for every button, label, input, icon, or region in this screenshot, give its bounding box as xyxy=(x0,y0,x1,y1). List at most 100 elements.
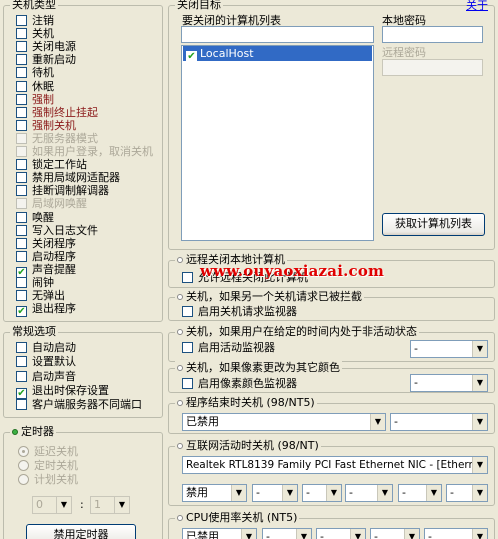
pixel-monitor-checkbox[interactable]: 启用像素颜色监视器 xyxy=(182,377,297,390)
checkbox-icon xyxy=(16,211,27,223)
status-icon xyxy=(177,515,183,521)
timer-radio-planned-label: 计划关机 xyxy=(34,473,78,486)
status-icon xyxy=(177,294,183,300)
checkbox-icon xyxy=(16,28,27,40)
computer-name-input[interactable] xyxy=(181,26,374,43)
checkbox-icon xyxy=(16,277,27,288)
chevron-down-icon: ▼ xyxy=(56,497,71,513)
activity-monitor-select[interactable]: - ▼ xyxy=(410,340,488,358)
program-end-option-select[interactable]: - ▼ xyxy=(390,413,488,431)
computer-list-item-label: LocalHost xyxy=(200,47,254,60)
cpu-mode-select[interactable]: 已禁用 ▼ xyxy=(182,528,257,539)
shutdown-option-14[interactable]: 局域网唤醒 xyxy=(16,197,87,210)
radio-icon xyxy=(18,460,29,471)
computer-list-item[interactable]: ✔ LocalHost xyxy=(183,46,372,62)
internet-option-select-1[interactable]: - ▼ xyxy=(302,484,342,502)
chevron-down-icon: ▼ xyxy=(296,529,311,539)
internet-mode-select[interactable]: 禁用 ▼ xyxy=(182,484,247,502)
shutdown-option-3-label: 重新启动 xyxy=(32,53,76,67)
timer-title: 定时器 xyxy=(10,425,56,439)
cpu-option-select-0[interactable]: - ▼ xyxy=(262,528,312,539)
shutdown-option-8[interactable]: 强制关机 xyxy=(16,119,76,132)
checkbox-icon xyxy=(16,342,27,353)
checkbox-icon xyxy=(16,224,27,236)
general-option-0[interactable]: 自动启动 xyxy=(16,341,76,354)
shutdown-option-18[interactable]: 启动程序 xyxy=(16,250,76,263)
checkbox-icon: ✔ xyxy=(186,51,197,62)
about-link[interactable]: 关于 xyxy=(466,0,488,13)
activity-monitor-checkbox[interactable]: 启用活动监视器 xyxy=(182,341,275,354)
checkbox-icon xyxy=(16,93,27,105)
request-monitor-label: 启用关机请求监视器 xyxy=(198,305,297,318)
shutdown-option-17-label: 关闭程序 xyxy=(32,236,76,250)
checkbox-icon xyxy=(182,342,193,353)
general-option-0-label: 自动启动 xyxy=(32,341,76,354)
shutdown-option-12[interactable]: 禁用局域网适配器 xyxy=(16,171,120,184)
checkbox-icon xyxy=(16,15,27,26)
shutdown-option-16-label: 写入日志文件 xyxy=(32,223,98,237)
radio-icon xyxy=(18,474,29,485)
cpu-option-select-3[interactable]: - ▼ xyxy=(424,528,488,539)
shutdown-option-3[interactable]: 重新启动 xyxy=(16,53,76,66)
internet-option-select-0[interactable]: - ▼ xyxy=(252,484,298,502)
network-adapter-select[interactable]: Realtek RTL8139 Family PCI Fast Ethernet… xyxy=(182,456,488,474)
general-option-2-label: 启动声音 xyxy=(32,369,76,383)
timer-hour-select[interactable]: 0 ▼ xyxy=(32,496,72,514)
radio-icon xyxy=(18,446,29,457)
general-option-3[interactable]: ✔ 退出时保存设置 xyxy=(16,384,109,399)
general-option-1[interactable]: 设置默认 xyxy=(16,355,76,368)
checkbox-icon xyxy=(182,272,193,283)
timer-minute-value: 1 xyxy=(94,498,101,511)
shutdown-option-10[interactable]: 如果用户登录，取消关机 xyxy=(16,145,153,158)
local-password-input[interactable] xyxy=(382,26,483,43)
general-option-2[interactable]: 启动声音 xyxy=(16,370,76,383)
checkbox-icon xyxy=(16,80,27,92)
timer-radio-planned[interactable]: 计划关机 xyxy=(18,473,78,486)
computer-list[interactable]: ✔ LocalHost xyxy=(181,45,374,241)
shutdown-option-19[interactable]: ✔ 声音提醒 xyxy=(16,263,76,278)
checkbox-icon xyxy=(16,399,27,411)
program-end-select[interactable]: 已禁用 ▼ xyxy=(182,413,386,431)
disable-timer-button[interactable]: 禁用定时器 xyxy=(26,524,136,539)
cpu-option-select-2[interactable]: - ▼ xyxy=(370,528,420,539)
timer-radio-scheduled-label: 定时关机 xyxy=(34,459,78,472)
timer-minute-select[interactable]: 1 ▼ xyxy=(90,496,130,514)
internet-option-select-2[interactable]: - ▼ xyxy=(345,484,393,502)
shutdown-option-2[interactable]: 关闭电源 xyxy=(16,40,76,53)
remote-password-input[interactable] xyxy=(382,59,483,76)
shutdown-option-1[interactable]: 关机 xyxy=(16,27,54,40)
general-option-4[interactable]: 客户端服务器不同端口 xyxy=(16,398,142,411)
shutdown-option-4[interactable]: 待机 xyxy=(16,66,54,79)
internet-activity-title-label: 互联网活动时关机 (98/NT) xyxy=(186,439,319,452)
shutdown-option-21[interactable]: 无弹出 xyxy=(16,289,65,302)
chevron-down-icon: ▼ xyxy=(241,529,256,539)
chevron-down-icon: ▼ xyxy=(326,485,341,501)
request-monitor-checkbox[interactable]: 启用关机请求监视器 xyxy=(182,305,297,318)
shutdown-option-9[interactable]: 无服务器模式 xyxy=(16,132,98,145)
shutdown-option-7[interactable]: 强制终止挂起 xyxy=(16,106,98,119)
pixel-monitor-select[interactable]: - ▼ xyxy=(410,374,488,392)
activity-monitor-select-value: - xyxy=(414,342,418,355)
checkbox-icon xyxy=(16,159,27,171)
shutdown-option-13[interactable]: 挂断调制解调器 xyxy=(16,184,109,197)
checkbox-icon xyxy=(16,185,27,197)
shutdown-option-6[interactable]: 强制 xyxy=(16,93,54,106)
fetch-computer-list-button[interactable]: 获取计算机列表 xyxy=(382,213,485,236)
shutdown-option-20[interactable]: 闹钟 xyxy=(16,276,54,289)
shutdown-option-15[interactable]: 唤醒 xyxy=(16,211,54,224)
shutdown-option-11[interactable]: 锁定工作站 xyxy=(16,158,87,171)
shutdown-option-0[interactable]: 注销 xyxy=(16,14,54,27)
internet-option-select-3[interactable]: - ▼ xyxy=(398,484,442,502)
timer-radio-delay[interactable]: 延迟关机 xyxy=(18,445,78,458)
shutdown-option-0-label: 注销 xyxy=(32,14,54,27)
shutdown-option-8-label: 强制关机 xyxy=(32,118,76,132)
cpu-option-select-1[interactable]: - ▼ xyxy=(316,528,366,539)
shutdown-option-22[interactable]: ✔ 退出程序 xyxy=(16,302,76,318)
timer-radio-scheduled[interactable]: 定时关机 xyxy=(18,459,78,472)
shutdown-option-17[interactable]: 关闭程序 xyxy=(16,237,76,250)
cpu-usage-title: CPU使用率关机 (NT5) xyxy=(175,511,300,525)
internet-option-select-4[interactable]: - ▼ xyxy=(446,484,488,502)
shutdown-option-5[interactable]: 休眠 xyxy=(16,80,54,93)
chevron-down-icon: ▼ xyxy=(404,529,419,539)
shutdown-option-16[interactable]: 写入日志文件 xyxy=(16,224,98,237)
